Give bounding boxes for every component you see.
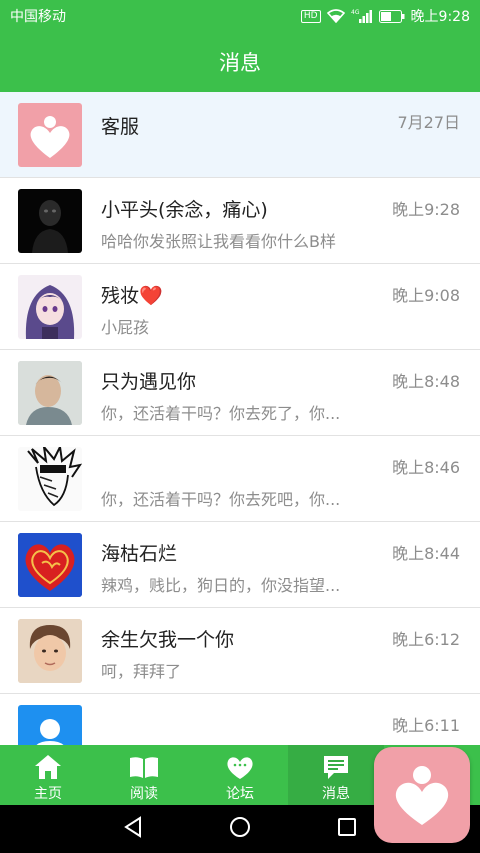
- header-bar: 消息: [0, 32, 480, 92]
- back-triangle-icon: [123, 816, 143, 842]
- clock: 晚上9:28: [410, 9, 470, 25]
- tab-label: 主页: [34, 786, 62, 802]
- contact-name: 残妆❤️: [101, 285, 163, 307]
- message-time: 晚上9:28: [392, 200, 460, 219]
- manga-sketch-avatar: [18, 447, 82, 511]
- list-item[interactable]: 只为遇见你 你，还活着干吗？你去死了，你... 晚上8:48: [0, 350, 480, 436]
- page-title: 消息: [219, 51, 261, 75]
- tab-forum[interactable]: 论坛: [192, 745, 288, 805]
- home-button[interactable]: [220, 809, 260, 849]
- message-preview: 小屁孩: [101, 318, 150, 337]
- battery-icon: [378, 9, 405, 23]
- heart-person-icon: [382, 753, 462, 837]
- default-user-avatar: [18, 705, 82, 745]
- tab-home[interactable]: 主页: [0, 745, 96, 805]
- forum-icon: [225, 753, 255, 781]
- tab-messages[interactable]: 消息: [288, 745, 384, 805]
- wifi-icon: [326, 9, 345, 23]
- floating-app-button[interactable]: [374, 747, 470, 843]
- tab-label: 论坛: [226, 786, 254, 802]
- message-time: 晚上8:46: [392, 458, 460, 477]
- red-heart-avatar: [18, 533, 82, 597]
- message-preview: 辣鸡，贱比，狗日的，你没指望...: [101, 576, 341, 595]
- message-time: 晚上9:08: [392, 286, 460, 305]
- list-item[interactable]: 余生欠我一个你 呵，拜拜了 晚上6:12: [0, 608, 480, 694]
- message-time: 晚上8:44: [392, 544, 460, 563]
- message-time: 晚上8:48: [392, 372, 460, 391]
- message-time: 晚上6:12: [392, 630, 460, 649]
- home-icon: [34, 753, 62, 781]
- young-man-avatar: [18, 619, 82, 683]
- back-button[interactable]: [113, 809, 153, 849]
- carrier-label: 中国移动: [10, 9, 66, 25]
- anime-girl-avatar: [18, 275, 82, 339]
- message-preview: 你，还活着干吗？你去死了，你...: [101, 404, 341, 423]
- message-preview: 呵，拜拜了: [101, 662, 182, 681]
- message-time: 7月27日: [397, 113, 460, 132]
- status-bar: 中国移动 HD 4G 晚上9:28: [0, 0, 480, 32]
- heart-logo-avatar: [18, 103, 82, 167]
- list-item[interactable]: 小平头(余念，痛心) 哈哈你发张照让我看看你什么B样 晚上9:28: [0, 178, 480, 264]
- message-time: 晚上6:11: [392, 716, 460, 735]
- contact-name: 客服: [101, 116, 140, 138]
- message-list[interactable]: 客服 7月27日 小平头(余念，痛心) 哈哈你发张照让我看看你什么B样 晚上9:…: [0, 92, 480, 745]
- man-photo-avatar: [18, 361, 82, 425]
- list-item[interactable]: 你，还活着干吗？你去死吧，你... 晚上8:46: [0, 436, 480, 522]
- recents-square-icon: [337, 817, 357, 841]
- list-item[interactable]: 海枯石烂 辣鸡，贱比，狗日的，你没指望... 晚上8:44: [0, 522, 480, 608]
- contact-name: 小平头(余念，痛心): [101, 199, 268, 221]
- home-circle-icon: [229, 816, 251, 842]
- dark-figure-avatar: [18, 189, 82, 253]
- message-preview: 你，还活着干吗？你去死吧，你...: [101, 490, 341, 509]
- network-type: 4G: [351, 9, 360, 16]
- tab-reading[interactable]: 阅读: [96, 745, 192, 805]
- message-icon: [322, 753, 350, 781]
- signal-icon: 4G: [351, 9, 373, 23]
- status-icons: HD 4G 晚上9:28: [300, 6, 470, 26]
- contact-name: 只为遇见你: [101, 371, 197, 393]
- recents-button[interactable]: [327, 809, 367, 849]
- tab-label: 阅读: [130, 786, 158, 802]
- hd-badge: HD: [300, 9, 321, 23]
- message-preview: 哈哈你发张照让我看看你什么B样: [101, 232, 336, 251]
- list-item[interactable]: 残妆❤️ 小屁孩 晚上9:08: [0, 264, 480, 350]
- book-icon: [129, 753, 159, 781]
- contact-name: 余生欠我一个你: [101, 629, 235, 651]
- tab-label: 消息: [322, 786, 350, 802]
- list-item[interactable]: 客服 7月27日: [0, 92, 480, 178]
- contact-name: 海枯石烂: [101, 543, 178, 565]
- list-item[interactable]: 晚上6:11: [0, 694, 480, 745]
